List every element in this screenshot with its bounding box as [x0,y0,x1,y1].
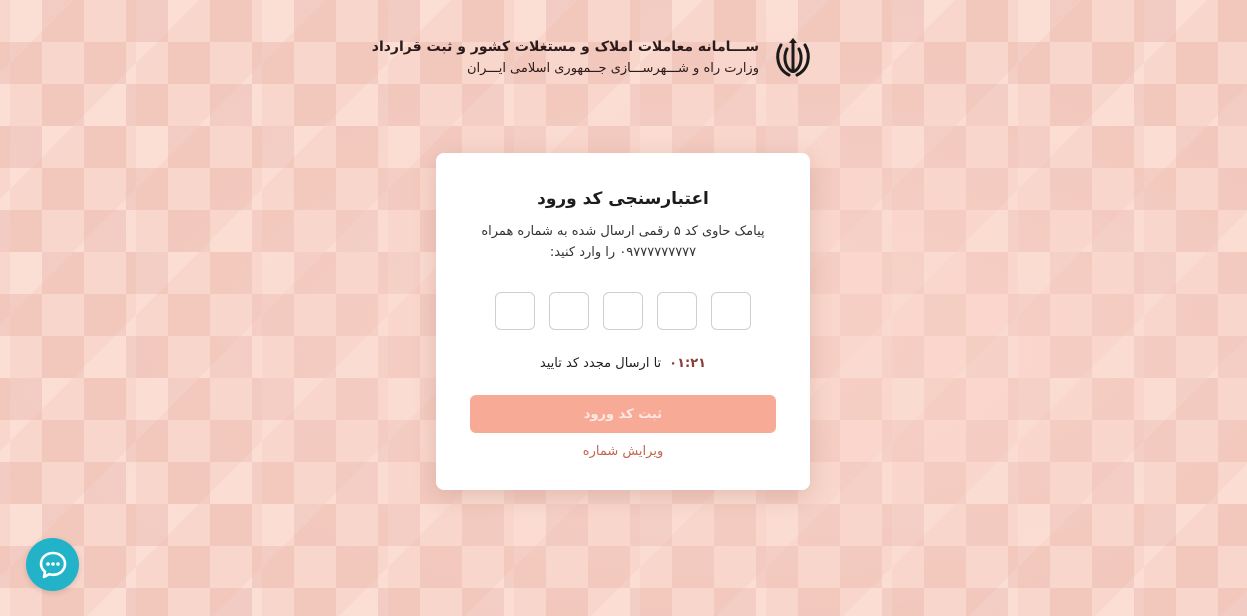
otp-digit-1[interactable] [495,292,535,330]
card-title: اعتبارسنجی کد ورود [537,189,709,209]
header-text: ســـامانه معاملات املاک و مستغلات کشور و… [372,39,759,76]
iran-emblem-icon [776,38,810,77]
timer-value: ۰۱:۲۱ [669,356,707,371]
edit-number-link[interactable]: ویرایش شماره [583,444,663,459]
otp-digit-5[interactable] [711,292,751,330]
otp-digit-2[interactable] [549,292,589,330]
description-line-1: پیامک حاوی کد ۵ رقمی ارسال شده به شماره … [481,224,765,239]
otp-verification-card: اعتبارسنجی کد ورود پیامک حاوی کد ۵ رقمی … [436,153,810,490]
submit-code-button[interactable]: ثبت کد ورود [470,395,776,433]
otp-input-group [470,292,776,330]
description-line-2: ۰۹۷۷۷۷۷۷۷۷۷ را وارد کنید: [549,245,697,260]
otp-digit-4[interactable] [657,292,697,330]
resend-timer: ۰۱:۲۱ تا ارسال مجدد کد تایید [470,356,776,371]
header-title: ســـامانه معاملات املاک و مستغلات کشور و… [371,38,759,55]
card-description: پیامک حاوی کد ۵ رقمی ارسال شده به شماره … [470,221,776,263]
otp-digit-3[interactable] [603,292,643,330]
timer-label: تا ارسال مجدد کد تایید [539,356,662,371]
chat-bubble-icon [39,551,66,578]
header-subtitle: وزارت راه و شـــهرســـازی جــمهوری اسلام… [466,60,759,76]
chat-button[interactable] [26,538,79,591]
site-header: ســـامانه معاملات املاک و مستغلات کشور و… [372,32,815,82]
